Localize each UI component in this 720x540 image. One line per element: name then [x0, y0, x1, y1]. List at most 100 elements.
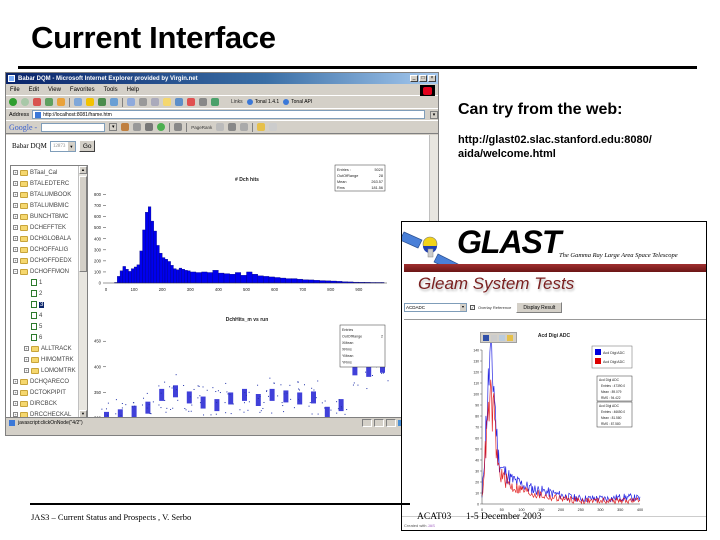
expand-icon[interactable]: +: [13, 192, 18, 197]
tree-item[interactable]: + BTALEDTERC: [13, 178, 69, 189]
tree-item[interactable]: + DIRCBCK: [13, 398, 57, 409]
expand-icon[interactable]: +: [13, 236, 18, 241]
messenger-icon[interactable]: [187, 98, 195, 106]
popup-blocker-icon[interactable]: [228, 123, 237, 131]
scroll-thumb[interactable]: [79, 176, 87, 272]
histogram-bar: [257, 275, 264, 284]
run-select[interactable]: 12873 ▼: [49, 140, 76, 152]
history-icon[interactable]: [110, 98, 118, 106]
pagerank-icon[interactable]: [216, 123, 225, 131]
google-dropdown-button[interactable]: ▾: [109, 123, 118, 131]
menu-tools[interactable]: Tools: [104, 87, 118, 93]
close-button[interactable]: ×: [428, 75, 436, 82]
expand-icon[interactable]: +: [13, 181, 18, 186]
scroll-up-icon[interactable]: ▲: [79, 166, 87, 174]
tree-vertical-scrollbar[interactable]: ▲ ▼: [78, 166, 87, 418]
menu-view[interactable]: View: [48, 87, 61, 93]
tree-item[interactable]: 4: [24, 310, 42, 321]
expand-icon[interactable]: +: [13, 390, 18, 395]
tree-item[interactable]: + BUNCHTBMC: [13, 211, 68, 222]
tree-item[interactable]: + DCTOKPIPIT: [13, 387, 66, 398]
forward-icon[interactable]: [21, 98, 29, 106]
home-icon[interactable]: [57, 98, 65, 106]
menu-edit[interactable]: Edit: [29, 87, 39, 93]
tree-item[interactable]: + DCHEFFTEK: [13, 222, 66, 233]
media-icon[interactable]: [98, 98, 106, 106]
tree-item-label: BTaal_Cal: [30, 169, 58, 176]
print-icon[interactable]: [139, 98, 147, 106]
collapse-icon[interactable]: −: [13, 269, 18, 274]
tree-item[interactable]: 6: [24, 332, 42, 343]
refresh-icon[interactable]: [45, 98, 53, 106]
highlight-icon[interactable]: [157, 123, 166, 131]
settings-icon[interactable]: [174, 123, 183, 131]
tree-item[interactable]: + LOMOMTRK: [24, 365, 76, 376]
overlay-reference-checkbox[interactable]: ✓: [470, 305, 475, 310]
ie-title-bar[interactable]: Babar DQM - Microsoft Internet Explorer …: [6, 73, 438, 84]
tree-item[interactable]: − DCHOFFMON: [13, 266, 69, 277]
jas-link[interactable]: JAS: [428, 523, 435, 528]
stop-icon[interactable]: [33, 98, 41, 106]
expand-icon[interactable]: +: [13, 247, 18, 252]
google-search-input[interactable]: [41, 122, 106, 132]
tree-item[interactable]: + BTaal_Cal: [13, 167, 57, 178]
display-result-button[interactable]: Display Result: [516, 302, 563, 313]
mail-icon[interactable]: [127, 98, 135, 106]
zoom-icon[interactable]: [491, 334, 497, 341]
tree-item[interactable]: 5: [24, 321, 42, 332]
open-icon[interactable]: [507, 334, 513, 341]
web-url[interactable]: http://glast02.slac.stanford.edu:8080/ a…: [458, 133, 652, 161]
test-select[interactable]: ACDADC ▼: [404, 303, 467, 312]
options-icon[interactable]: [257, 123, 266, 131]
google-logo[interactable]: Google -: [9, 123, 37, 132]
scatter-point: [232, 403, 234, 405]
tree-item[interactable]: 1: [24, 277, 42, 288]
menu-file[interactable]: File: [10, 87, 20, 93]
address-dropdown-button[interactable]: ▾: [430, 110, 438, 119]
tree-item[interactable]: + DCHQARECO: [13, 376, 69, 387]
folder-icon[interactable]: [163, 98, 171, 106]
reset-icon[interactable]: [499, 334, 505, 341]
menu-favorites[interactable]: Favorites: [70, 87, 95, 93]
tree-item[interactable]: 3: [24, 299, 45, 310]
expand-icon[interactable]: +: [24, 357, 29, 362]
search-icon[interactable]: [74, 98, 82, 106]
autofill-icon[interactable]: [240, 123, 249, 131]
tree-item[interactable]: + DCHOFFALIG: [13, 244, 68, 255]
maximize-button[interactable]: □: [419, 75, 427, 82]
link-tonal-api[interactable]: Tonal API: [283, 99, 312, 105]
link-tonal[interactable]: Tonal 1.4.1: [246, 99, 279, 105]
address-input[interactable]: http://localhost:8081/frame.htm: [32, 110, 425, 119]
back-icon[interactable]: [9, 98, 17, 106]
expand-icon[interactable]: +: [13, 258, 18, 263]
tree-item[interactable]: + BTALUMBOOK: [13, 189, 71, 200]
expand-icon[interactable]: +: [13, 203, 18, 208]
tree-item[interactable]: 2: [24, 288, 42, 299]
google-search-icon[interactable]: [121, 123, 130, 131]
minimize-button[interactable]: _: [410, 75, 418, 82]
news-icon[interactable]: [145, 123, 154, 131]
user-icon[interactable]: [199, 98, 207, 106]
expand-icon[interactable]: +: [13, 225, 18, 230]
site-search-icon[interactable]: [133, 123, 142, 131]
discuss-icon[interactable]: [175, 98, 183, 106]
expand-icon[interactable]: +: [13, 170, 18, 175]
highlighter-icon[interactable]: [269, 123, 278, 131]
favorites-icon[interactable]: [86, 98, 94, 106]
tree-item[interactable]: + DCHGLOBALA: [13, 233, 71, 244]
menu-help[interactable]: Help: [127, 87, 139, 93]
edit-icon[interactable]: [151, 98, 159, 106]
y-tick-label: 350: [94, 390, 102, 395]
expand-icon[interactable]: +: [13, 379, 18, 384]
tree-item[interactable]: + HIMOMTRK: [24, 354, 74, 365]
research-icon[interactable]: [211, 98, 219, 106]
save-icon[interactable]: [483, 334, 489, 341]
tree-item[interactable]: + BTALUMBMIC: [13, 200, 69, 211]
tree-item[interactable]: + DCHOFFDEDX: [13, 255, 72, 266]
tree-item[interactable]: + ALLTRACK: [24, 343, 72, 354]
expand-icon[interactable]: +: [24, 346, 29, 351]
expand-icon[interactable]: +: [13, 401, 18, 406]
go-button[interactable]: Go: [78, 140, 96, 152]
expand-icon[interactable]: +: [24, 368, 29, 373]
expand-icon[interactable]: +: [13, 214, 18, 219]
